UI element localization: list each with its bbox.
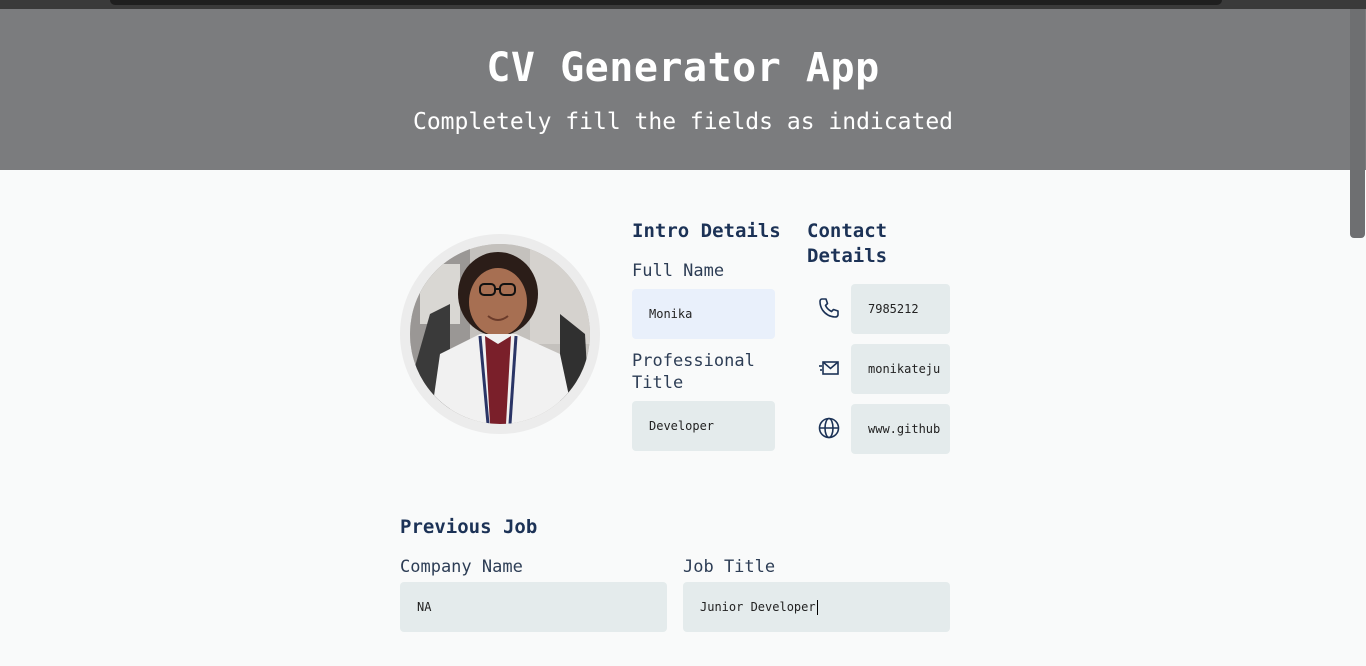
company-name-input[interactable]: NA	[400, 582, 667, 632]
full-name-input[interactable]: Monika	[632, 289, 775, 339]
email-input[interactable]: monikateju	[851, 344, 950, 394]
job-title-label: Job Title	[683, 557, 776, 577]
globe-icon	[817, 416, 841, 440]
mail-icon	[817, 356, 841, 380]
previous-job-heading: Previous Job	[400, 516, 538, 538]
app-subtitle: Completely fill the fields as indicated	[412, 109, 954, 135]
contact-details-heading: Contact Details	[807, 220, 888, 267]
intro-details-heading: Intro Details	[632, 220, 781, 242]
page-scrollbar[interactable]	[1350, 9, 1366, 666]
website-input[interactable]: www.github	[851, 404, 950, 454]
company-name-label: Company Name	[400, 557, 523, 577]
professional-title-label: Professional Title	[632, 351, 755, 393]
phone-icon	[817, 296, 841, 320]
professional-title-input[interactable]: Developer	[632, 401, 775, 451]
profile-photo-image	[410, 244, 590, 424]
job-title-input[interactable]: Junior Developer	[683, 582, 950, 632]
app-header: CV Generator App Completely fill the fie…	[0, 9, 1366, 170]
full-name-label: Full Name	[632, 261, 725, 281]
profile-photo[interactable]	[410, 244, 590, 424]
browser-top-strip	[0, 0, 1366, 9]
profile-photo-frame	[400, 234, 600, 434]
scrollbar-thumb[interactable]	[1350, 9, 1365, 238]
browser-bar	[110, 0, 1222, 5]
text-cursor	[816, 600, 818, 615]
job-title-value: Junior Developer	[700, 600, 816, 614]
app-title: CV Generator App	[486, 45, 880, 91]
phone-input[interactable]: 7985212	[851, 284, 950, 334]
